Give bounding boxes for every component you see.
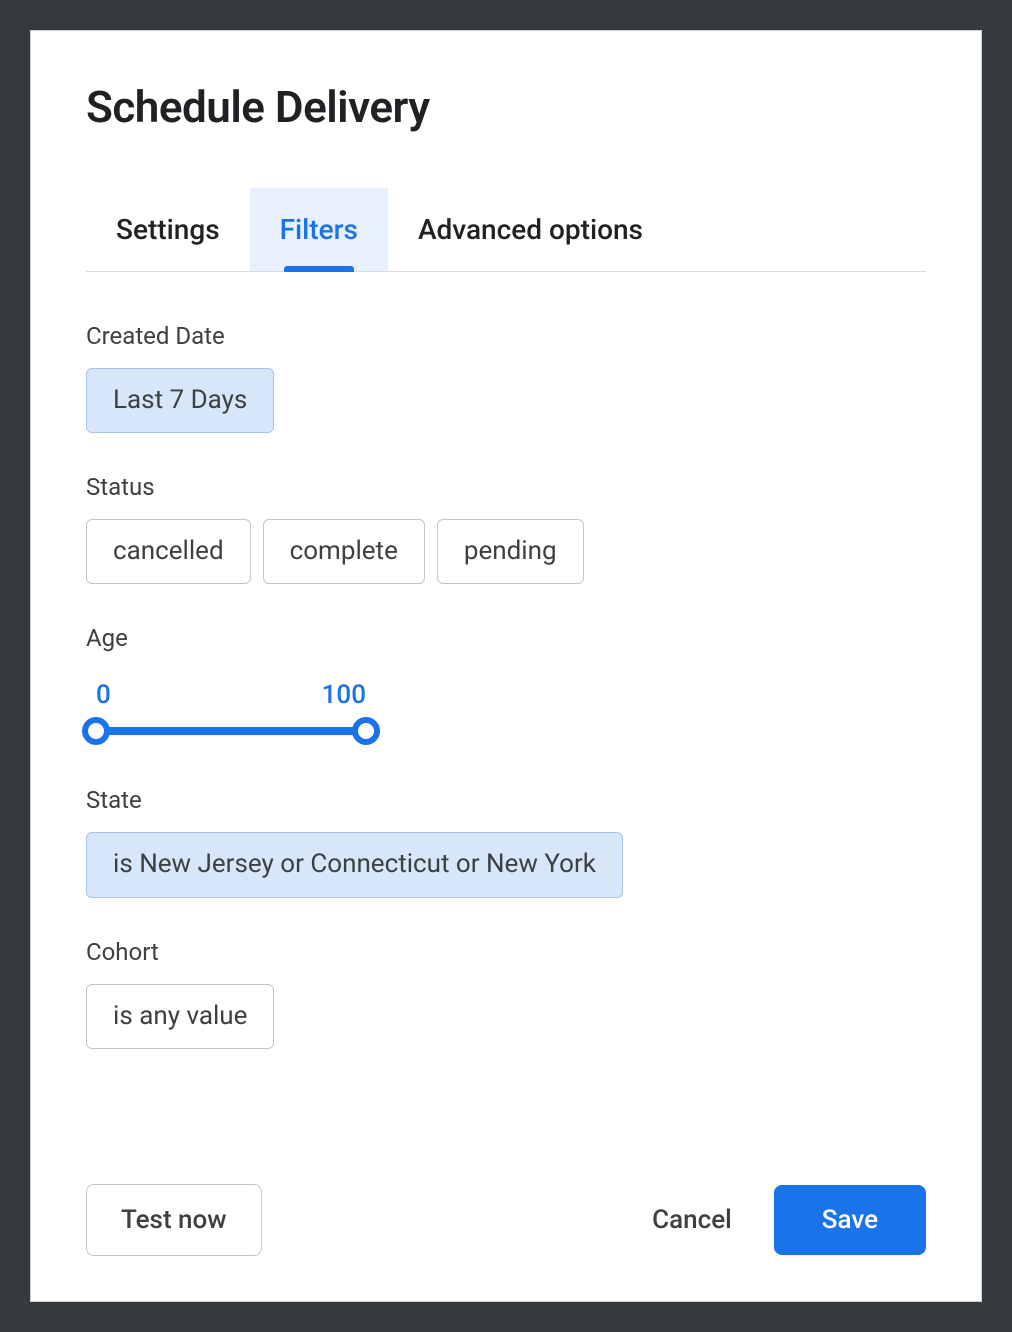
chip-row: cancelled complete pending: [86, 519, 926, 584]
chip-cohort[interactable]: is any value: [86, 984, 274, 1049]
slider-fill: [96, 727, 366, 735]
filter-status: Status cancelled complete pending: [86, 473, 926, 584]
test-now-button[interactable]: Test now: [86, 1184, 262, 1256]
filter-created-date: Created Date Last 7 Days: [86, 322, 926, 433]
filter-state: State is New Jersey or Connecticut or Ne…: [86, 786, 926, 897]
filter-label: Created Date: [86, 322, 926, 350]
chip-row: Last 7 Days: [86, 368, 926, 433]
save-button[interactable]: Save: [774, 1185, 926, 1255]
chip-row: is New Jersey or Connecticut or New York: [86, 832, 926, 897]
tab-settings[interactable]: Settings: [86, 188, 250, 271]
filter-label: Status: [86, 473, 926, 501]
chip-status-complete[interactable]: complete: [263, 519, 425, 584]
slider-min-label: 0: [96, 680, 111, 710]
slider-track: [96, 716, 366, 746]
age-range-slider[interactable]: 0 100: [86, 670, 376, 746]
tabs: Settings Filters Advanced options: [86, 188, 926, 272]
filters-panel: Created Date Last 7 Days Status cancelle…: [86, 272, 926, 1184]
slider-handle-max[interactable]: [352, 717, 380, 745]
schedule-delivery-modal: Schedule Delivery Settings Filters Advan…: [30, 30, 982, 1302]
filter-label: Age: [86, 624, 926, 652]
slider-handle-min[interactable]: [82, 717, 110, 745]
slider-values: 0 100: [96, 680, 366, 710]
slider-max-label: 100: [322, 680, 366, 710]
chip-status-cancelled[interactable]: cancelled: [86, 519, 251, 584]
tab-filters[interactable]: Filters: [250, 188, 388, 271]
cancel-button[interactable]: Cancel: [640, 1185, 744, 1255]
chip-status-pending[interactable]: pending: [437, 519, 584, 584]
chip-row: is any value: [86, 984, 926, 1049]
filter-label: Cohort: [86, 938, 926, 966]
chip-created-date[interactable]: Last 7 Days: [86, 368, 274, 433]
filter-cohort: Cohort is any value: [86, 938, 926, 1049]
modal-title: Schedule Delivery: [86, 81, 926, 133]
chip-state[interactable]: is New Jersey or Connecticut or New York: [86, 832, 623, 897]
tab-advanced-options[interactable]: Advanced options: [388, 188, 673, 271]
filter-age: Age 0 100: [86, 624, 926, 746]
filter-label: State: [86, 786, 926, 814]
modal-footer: Test now Cancel Save: [86, 1184, 926, 1256]
